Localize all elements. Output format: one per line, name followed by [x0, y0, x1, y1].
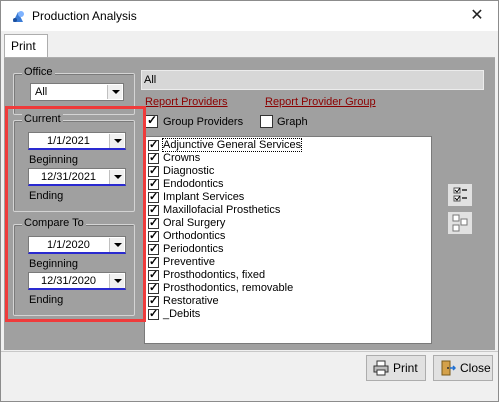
- window-title: Production Analysis: [32, 9, 137, 23]
- app-icon: [13, 11, 24, 22]
- checkbox[interactable]: [148, 216, 159, 229]
- checkbox[interactable]: [148, 268, 159, 281]
- office-combo-value: All: [35, 86, 48, 98]
- checkbox[interactable]: [148, 177, 159, 190]
- printer-icon: [373, 360, 389, 376]
- office-group-label: Office: [22, 66, 55, 78]
- print-button[interactable]: Print: [366, 355, 426, 381]
- checkbox[interactable]: [148, 229, 159, 242]
- close-button[interactable]: Close: [433, 355, 493, 381]
- window-close-icon[interactable]: ✕: [462, 3, 492, 29]
- services-checklist[interactable]: Adjunctive General Services Crowns Diagn…: [144, 136, 432, 344]
- highlight-annotation: [5, 106, 146, 322]
- report-providers-link[interactable]: Report Providers: [145, 96, 228, 108]
- checkbox[interactable]: [148, 255, 159, 268]
- chevron-down-icon[interactable]: [107, 85, 122, 99]
- graph-checkbox[interactable]: [260, 115, 273, 128]
- print-button-label: Print: [393, 361, 418, 375]
- content-panel: Office All Current 1/1/2021 Beginning 12…: [4, 57, 495, 350]
- production-analysis-window: Production Analysis ✕ Print Office All C…: [0, 0, 499, 402]
- checkbox[interactable]: [148, 281, 159, 294]
- checkbox[interactable]: [148, 151, 159, 164]
- check-all-button[interactable]: [447, 183, 473, 207]
- provider-selection-bar[interactable]: All: [141, 70, 484, 90]
- uncheck-all-button[interactable]: [447, 211, 473, 235]
- tab-strip: Print: [1, 31, 498, 57]
- uncheck-all-icon: [452, 214, 468, 232]
- exit-door-icon: [441, 360, 456, 376]
- graph-label: Graph: [277, 116, 308, 128]
- tab-print[interactable]: Print: [4, 34, 48, 57]
- checkbox[interactable]: [148, 307, 159, 320]
- checkbox[interactable]: [148, 138, 159, 151]
- checkbox[interactable]: [148, 164, 159, 177]
- checkbox[interactable]: [148, 294, 159, 307]
- office-combo[interactable]: All: [30, 83, 124, 101]
- checkbox[interactable]: [148, 203, 159, 216]
- report-provider-group-link[interactable]: Report Provider Group: [265, 96, 376, 108]
- group-providers-label: Group Providers: [163, 116, 244, 128]
- checkbox[interactable]: [148, 190, 159, 203]
- title-bar: Production Analysis ✕: [1, 1, 498, 31]
- close-button-label: Close: [460, 361, 491, 375]
- checkbox[interactable]: [148, 242, 159, 255]
- group-providers-checkbox[interactable]: [145, 113, 158, 128]
- check-all-icon: [453, 187, 467, 202]
